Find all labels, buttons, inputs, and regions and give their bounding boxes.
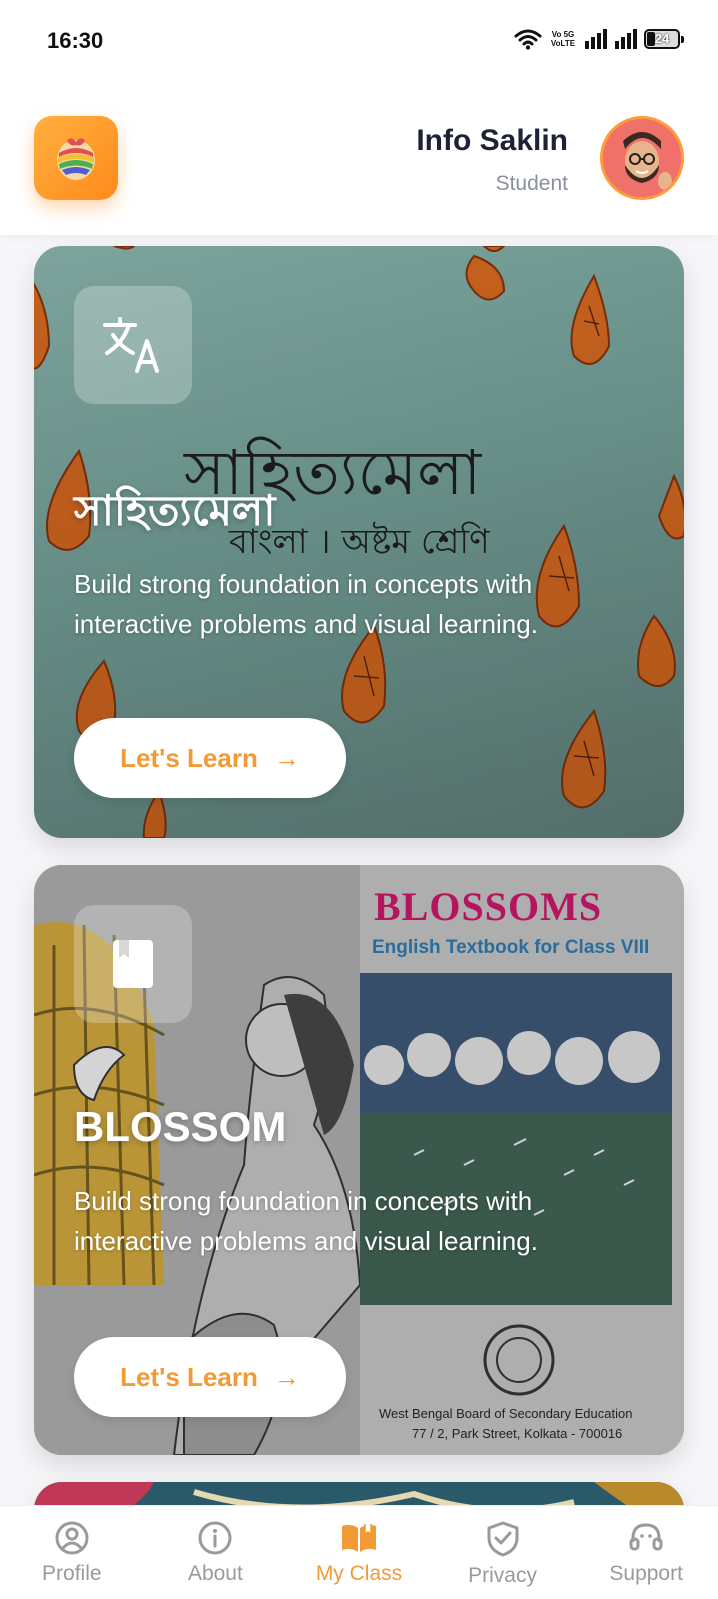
battery-icon: 24 xyxy=(644,29,684,49)
cover-title: BLOSSOMS xyxy=(374,884,603,929)
nav-label-my-class: My Class xyxy=(315,1562,403,1585)
shield-check-icon xyxy=(487,1521,519,1557)
card-description: Build strong foundation in concepts with… xyxy=(74,569,538,639)
signal-icon-1 xyxy=(585,29,607,49)
status-icons: Vo 5G VoLTE 24 xyxy=(514,28,684,50)
card-icon-box xyxy=(74,905,192,1023)
profile-icon xyxy=(55,1521,89,1555)
translate-icon xyxy=(103,317,159,373)
volte-top: Vo 5G xyxy=(551,30,575,39)
status-time: 16:30 xyxy=(47,28,104,53)
cover-subtitle: English Textbook for Class VIII xyxy=(372,937,650,958)
user-name: Info Saklin xyxy=(416,124,568,157)
battery-level: 24 xyxy=(654,31,670,46)
nav-item-profile[interactable]: Profile xyxy=(0,1506,144,1599)
nav-item-about[interactable]: About xyxy=(144,1506,288,1599)
signal-icon-2 xyxy=(615,29,637,49)
volte-indicator: Vo 5G VoLTE xyxy=(548,30,578,48)
bottom-navigation: Profile About My Class Privacy Support xyxy=(0,1505,718,1599)
card-title: সাহিত্যমেলা xyxy=(74,486,276,535)
nav-label-support: Support xyxy=(609,1562,683,1585)
status-bar: 16:30 Vo 5G VoLTE 24 xyxy=(0,0,718,80)
nav-item-support[interactable]: Support xyxy=(574,1506,718,1599)
cover-address: 77 / 2, Park Street, Kolkata - 700016 xyxy=(412,1426,623,1441)
app-header: Info Saklin Student xyxy=(0,80,718,235)
app-logo-icon xyxy=(57,138,95,180)
open-book-icon xyxy=(341,1524,376,1552)
arrow-right-icon: → xyxy=(273,742,300,773)
course-card-blossom[interactable]: BLOSSOMS English Textbook for Class VIII… xyxy=(34,865,684,1455)
course-card-sahityamela[interactable]: সাহিত্যমেলা বাংলা । অষ্টম শ্রেণি সাহিত্য… xyxy=(34,246,684,838)
app-logo[interactable] xyxy=(34,116,118,200)
wifi-icon xyxy=(514,29,542,50)
lets-learn-label: Let's Learn xyxy=(120,742,258,773)
cover-publisher: West Bengal Board of Secondary Education xyxy=(379,1406,633,1421)
card-icon-box xyxy=(74,286,192,404)
nav-label-about: About xyxy=(187,1562,243,1585)
lets-learn-button[interactable]: Let's Learn → xyxy=(74,1337,346,1417)
nav-item-privacy[interactable]: Privacy xyxy=(431,1506,575,1599)
nav-label-privacy: Privacy xyxy=(468,1564,537,1587)
card-description: Build strong foundation in concepts with… xyxy=(74,1186,538,1256)
info-icon xyxy=(198,1521,232,1555)
volte-bottom: VoLTE xyxy=(550,39,576,48)
book-icon xyxy=(113,940,153,988)
lets-learn-button[interactable]: Let's Learn → xyxy=(74,718,346,798)
nav-label-profile: Profile xyxy=(42,1562,102,1585)
user-role: Student xyxy=(495,172,568,195)
nav-item-my-class[interactable]: My Class xyxy=(287,1506,431,1599)
avatar-memoji-icon xyxy=(603,119,681,197)
lets-learn-label: Let's Learn xyxy=(120,1361,258,1392)
card-title: BLOSSOM xyxy=(74,1103,287,1150)
arrow-right-icon: → xyxy=(273,1361,300,1392)
avatar[interactable] xyxy=(600,116,684,200)
headset-icon xyxy=(629,1523,663,1551)
